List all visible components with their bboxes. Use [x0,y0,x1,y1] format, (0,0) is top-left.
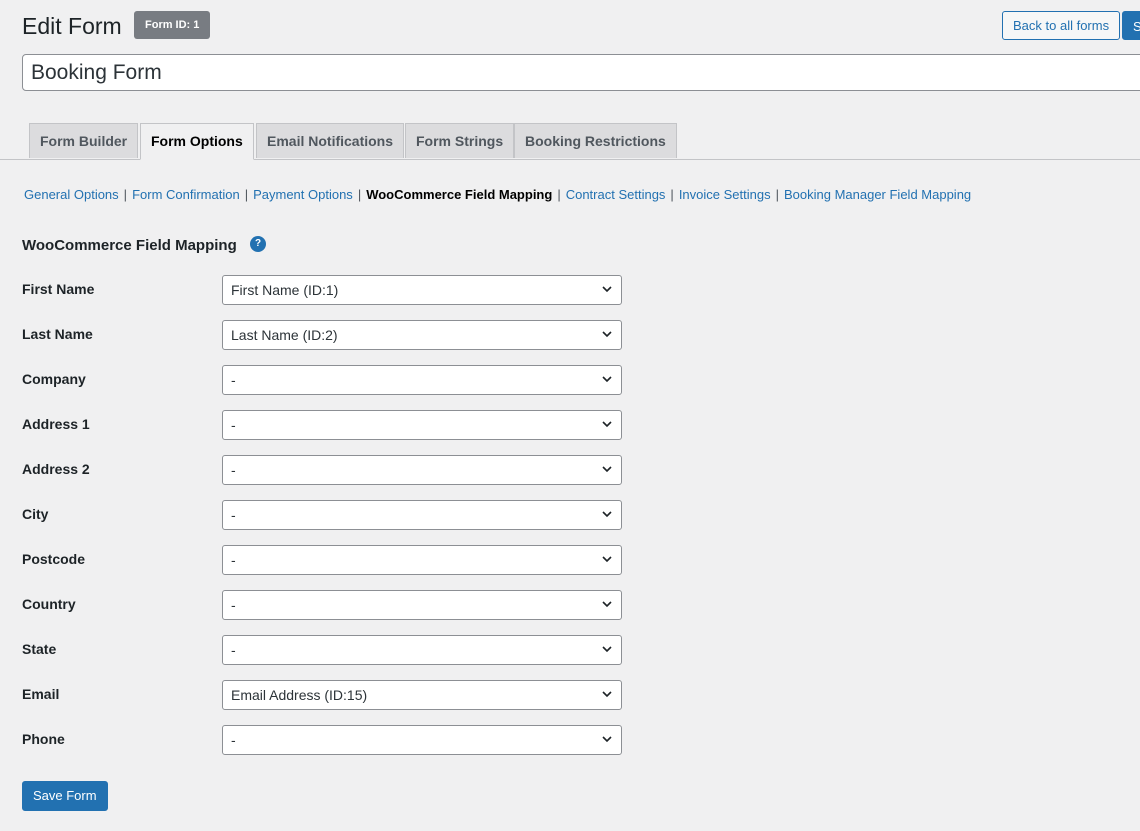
subnav-payment-options[interactable]: Payment Options [253,187,353,202]
tab-form-builder[interactable]: Form Builder [29,123,139,158]
form-id-badge: Form ID: 1 [134,11,211,39]
select-value: Email Address (ID:15) [231,687,368,703]
field-label-email: Email [22,686,60,702]
subnav-general-options[interactable]: General Options [24,187,119,202]
chevron-down-icon [602,601,612,608]
subnav-form-confirmation[interactable]: Form Confirmation [132,187,240,202]
subnav-separator: | [557,187,561,202]
page-title: Edit Form [22,13,122,39]
select-value: First Name (ID:1) [231,282,339,298]
subnav-separator: | [244,187,249,202]
subnav-contract-settings[interactable]: Contract Settings [566,187,666,202]
subnav-invoice-settings[interactable]: Invoice Settings [679,187,771,202]
chevron-down-icon [602,331,612,338]
field-label-company: Company [22,371,86,387]
save-form-top-button[interactable]: Save Form [1122,11,1140,40]
first-name-select[interactable]: First Name (ID:1) [222,275,622,305]
field-label-address-1: Address 1 [22,416,90,432]
email-select[interactable]: Email Address (ID:15) [222,680,622,710]
field-label-country: Country [22,596,76,612]
options-subnav: General Options | Form Confirmation | Paymen… [24,186,971,203]
subnav-woocommerce-field-mapping: WooCommerce Field Mapping [366,187,553,202]
state-select[interactable]: - [222,635,622,665]
tab-booking-restrictions[interactable]: Booking Restrictions [514,123,677,158]
select-value: - [231,732,236,748]
city-select[interactable]: - [222,500,622,530]
form-title-input[interactable] [22,54,1140,91]
chevron-down-icon [602,556,612,563]
tab-email-notifications[interactable]: Email Notifications [256,123,405,158]
select-value: - [231,642,236,658]
subnav-separator: | [670,187,674,202]
select-value: - [231,507,236,523]
select-value: - [231,597,236,613]
select-value: - [231,372,236,388]
help-icon[interactable]: ? [250,236,266,252]
last-name-select[interactable]: Last Name (ID:2) [222,320,622,350]
save-form-button[interactable]: Save Form [22,781,108,811]
address-2-select[interactable]: - [222,455,622,485]
field-label-state: State [22,641,57,657]
section-heading: WooCommerce Field Mapping [22,237,237,254]
select-value: Last Name (ID:2) [231,327,338,343]
chevron-down-icon [602,286,612,293]
address-1-select[interactable]: - [222,410,622,440]
back-to-all-forms-button[interactable]: Back to all forms [1002,11,1121,40]
tab-form-options[interactable]: Form Options [140,123,254,160]
subnav-booking-manager-field-mapping[interactable]: Booking Manager Field Mapping [784,187,971,202]
tab-bar: Form Builder Form Options Email Notifica… [0,123,1140,160]
select-value: - [231,552,236,568]
subnav-separator: | [357,187,362,202]
phone-select[interactable]: - [222,725,622,755]
field-label-last-name: Last Name [22,326,93,342]
field-label-city: City [22,506,49,522]
tab-form-strings[interactable]: Form Strings [405,123,515,158]
field-label-first-name: First Name [22,281,95,297]
subnav-separator: | [775,187,779,202]
chevron-down-icon [602,421,612,428]
country-select[interactable]: - [222,590,622,620]
select-value: - [231,417,236,433]
chevron-down-icon [602,376,612,383]
chevron-down-icon [602,466,612,473]
postcode-select[interactable]: - [222,545,622,575]
field-label-postcode: Postcode [22,551,86,567]
field-label-address-2: Address 2 [22,461,90,477]
chevron-down-icon [602,511,612,518]
chevron-down-icon [602,736,612,743]
subnav-separator: | [123,187,128,202]
select-value: - [231,462,236,478]
field-label-phone: Phone [22,731,65,747]
chevron-down-icon [602,646,612,653]
company-select[interactable]: - [222,365,622,395]
chevron-down-icon [602,691,612,698]
